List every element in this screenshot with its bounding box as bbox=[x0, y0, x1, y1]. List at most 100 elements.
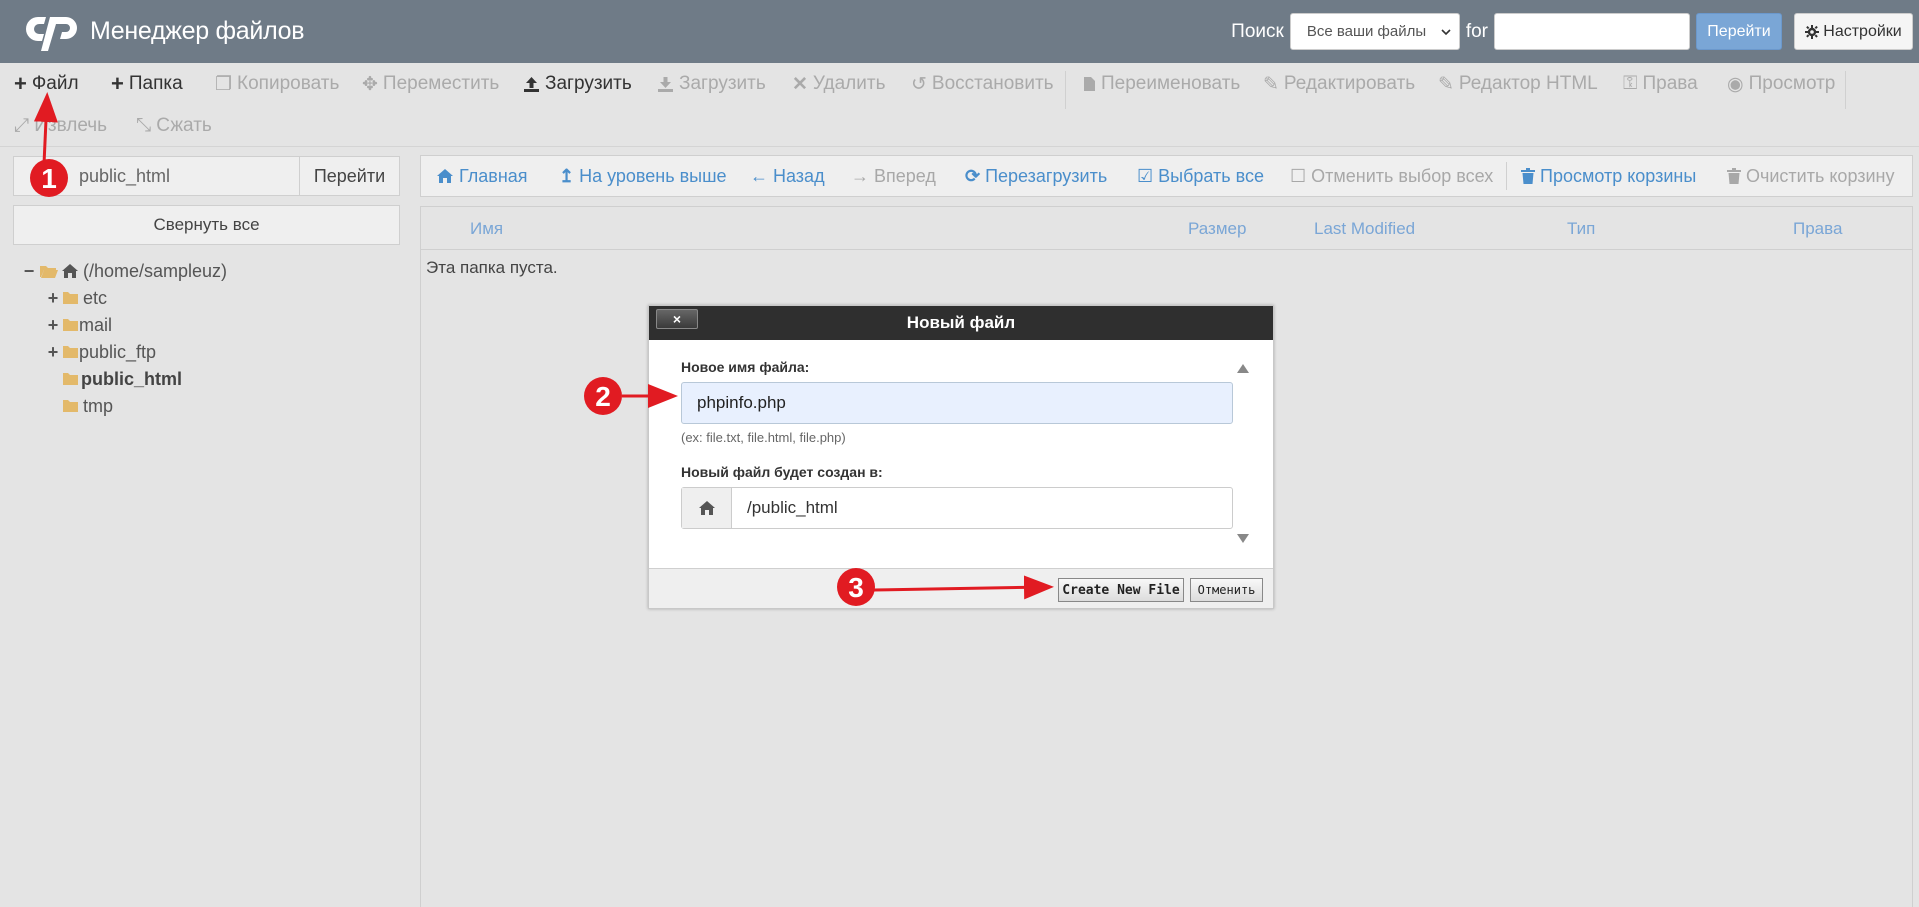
extract-button[interactable]: ⤢ Извлечь bbox=[14, 105, 107, 147]
location-addon bbox=[682, 488, 732, 528]
up-one-level-button[interactable]: ↥ На уровень выше bbox=[559, 156, 727, 196]
edit-button[interactable]: ✎ Редактировать bbox=[1263, 63, 1415, 105]
restore-button[interactable]: ↺ Восстановить bbox=[911, 63, 1054, 105]
reload-button[interactable]: ⟳ Перезагрузить bbox=[965, 156, 1107, 196]
for-label: for bbox=[1465, 20, 1488, 42]
tree-item-public-ftp[interactable]: + public_ftp bbox=[46, 339, 156, 365]
tree-item-label: etc bbox=[83, 287, 108, 308]
path-navigator: public_html Перейти bbox=[13, 156, 400, 196]
move-button[interactable]: ✥ Переместить bbox=[362, 63, 499, 105]
file-table-header: Имя Размер Last Modified Тип Права bbox=[421, 206, 1912, 250]
collapse-toggle-icon[interactable]: − bbox=[22, 261, 36, 282]
expand-toggle-icon[interactable]: + bbox=[46, 288, 60, 309]
expand-toggle-icon[interactable]: + bbox=[46, 315, 60, 336]
collapse-all-button[interactable]: Свернуть все bbox=[13, 205, 400, 245]
forward-button[interactable]: → Вперед bbox=[851, 156, 936, 196]
create-new-file-button[interactable]: Create New File bbox=[1058, 578, 1184, 602]
new-folder-button[interactable]: + Папка bbox=[111, 63, 183, 105]
location-field: /public_html bbox=[681, 487, 1233, 529]
new-folder-label: Папка bbox=[128, 73, 183, 94]
column-type[interactable]: Тип bbox=[1567, 219, 1595, 239]
tree-root[interactable]: − (/home/sampleuz) bbox=[22, 258, 227, 284]
tree-item-tmp[interactable]: tmp bbox=[62, 393, 113, 419]
column-last-modified[interactable]: Last Modified bbox=[1314, 219, 1415, 239]
path-input[interactable]: public_html bbox=[14, 157, 299, 195]
delete-button[interactable]: ✕ Удалить bbox=[792, 63, 885, 105]
deselect-all-label: Отменить выбор всех bbox=[1311, 165, 1494, 186]
arrow-left-icon: ← bbox=[750, 165, 768, 186]
restore-label: Восстановить bbox=[931, 73, 1054, 94]
select-all-button[interactable]: ☑ Выбрать все bbox=[1137, 156, 1264, 196]
search-label: Поиск bbox=[1231, 20, 1284, 42]
view-label: Просмотр bbox=[1748, 73, 1836, 94]
empty-folder-message: Эта папка пуста. bbox=[426, 258, 558, 277]
compress-button[interactable]: ⤡ Сжать bbox=[136, 105, 212, 147]
view-trash-button[interactable]: Просмотр корзины bbox=[1521, 156, 1696, 196]
back-button[interactable]: ← Назад bbox=[750, 156, 825, 196]
eye-icon: ◉ bbox=[1727, 73, 1744, 95]
home-icon bbox=[62, 264, 78, 278]
upload-icon bbox=[524, 76, 539, 92]
rename-label: Переименовать bbox=[1101, 73, 1241, 94]
settings-button[interactable]: Настройки bbox=[1794, 13, 1913, 50]
column-name[interactable]: Имя bbox=[470, 219, 503, 239]
cpanel-logo[interactable] bbox=[26, 13, 82, 51]
search-input[interactable] bbox=[1494, 13, 1690, 50]
html-editor-button[interactable]: ✎ Редактор HTML bbox=[1438, 63, 1598, 105]
folder-open-icon bbox=[40, 266, 58, 278]
location-label: Новый файл будет создан в: bbox=[681, 464, 883, 480]
copy-icon: ❐ bbox=[215, 73, 233, 95]
move-icon: ✥ bbox=[362, 73, 378, 95]
close-icon: ✕ bbox=[792, 73, 808, 95]
home-button[interactable]: Главная bbox=[436, 156, 528, 196]
edit-label: Редактировать bbox=[1283, 73, 1416, 94]
filename-hint: (ex: file.txt, file.html, file.php) bbox=[681, 430, 846, 445]
path-go-button[interactable]: Перейти bbox=[299, 157, 399, 195]
permissions-button[interactable]: ⚿ Права bbox=[1623, 63, 1698, 105]
view-button[interactable]: ◉ Просмотр bbox=[1727, 63, 1835, 105]
compress-icon: ⤡ bbox=[136, 115, 152, 136]
column-permissions[interactable]: Права bbox=[1793, 219, 1842, 239]
tree-item-etc[interactable]: + etc bbox=[46, 285, 107, 311]
reload-label: Перезагрузить bbox=[985, 165, 1108, 186]
empty-trash-button[interactable]: Очистить корзину bbox=[1727, 156, 1895, 196]
cancel-button[interactable]: Отменить bbox=[1190, 578, 1263, 602]
tree-item-label: public_html bbox=[81, 368, 183, 389]
checkbox-checked-icon: ☑ bbox=[1137, 165, 1154, 186]
tree-item-public-html[interactable]: public_html bbox=[62, 366, 182, 392]
download-icon bbox=[658, 76, 673, 92]
folder-icon bbox=[63, 400, 78, 412]
edit-square-icon: ✎ bbox=[1438, 73, 1454, 95]
undo-icon: ↺ bbox=[911, 73, 927, 95]
settings-label: Настройки bbox=[1823, 22, 1902, 40]
new-file-label: Файл bbox=[31, 73, 79, 94]
upload-button[interactable]: Загрузить bbox=[523, 63, 632, 105]
location-input[interactable]: /public_html bbox=[732, 488, 1232, 528]
filename-input[interactable]: phpinfo.php bbox=[681, 382, 1233, 424]
download-button[interactable]: Загрузить bbox=[657, 63, 766, 105]
delete-label: Удалить bbox=[812, 73, 886, 94]
folder-icon bbox=[63, 346, 78, 358]
search-scope-value: Все ваши файлы bbox=[1306, 23, 1427, 40]
file-icon bbox=[1084, 77, 1095, 91]
dialog-close-button[interactable]: × bbox=[656, 309, 698, 329]
folder-icon bbox=[63, 292, 78, 304]
new-file-button[interactable]: + Файл bbox=[14, 63, 79, 105]
scroll-down-arrow-icon[interactable] bbox=[1237, 534, 1249, 543]
expand-toggle-icon[interactable]: + bbox=[46, 342, 60, 363]
empty-trash-label: Очистить корзину bbox=[1746, 165, 1895, 186]
tree-item-mail[interactable]: + mail bbox=[46, 312, 112, 338]
filename-label: Новое имя файла: bbox=[681, 359, 810, 375]
rename-button[interactable]: Переименовать bbox=[1083, 63, 1240, 105]
search-scope-select[interactable]: Все ваши файлы bbox=[1289, 13, 1460, 50]
copy-button[interactable]: ❐ Копировать bbox=[215, 63, 339, 105]
new-file-dialog: Новый файл × Новое имя файла: phpinfo.ph… bbox=[648, 305, 1274, 609]
column-size[interactable]: Размер bbox=[1188, 219, 1246, 239]
scroll-up-arrow-icon[interactable] bbox=[1237, 364, 1249, 373]
app-title: Менеджер файлов bbox=[90, 17, 305, 45]
search-go-button[interactable]: Перейти bbox=[1696, 13, 1782, 50]
dialog-title-bar: Новый файл bbox=[649, 306, 1273, 340]
deselect-all-button[interactable]: ☐ Отменить выбор всех bbox=[1290, 156, 1493, 196]
forward-label: Вперед bbox=[874, 165, 936, 186]
permissions-label: Права bbox=[1642, 73, 1698, 94]
